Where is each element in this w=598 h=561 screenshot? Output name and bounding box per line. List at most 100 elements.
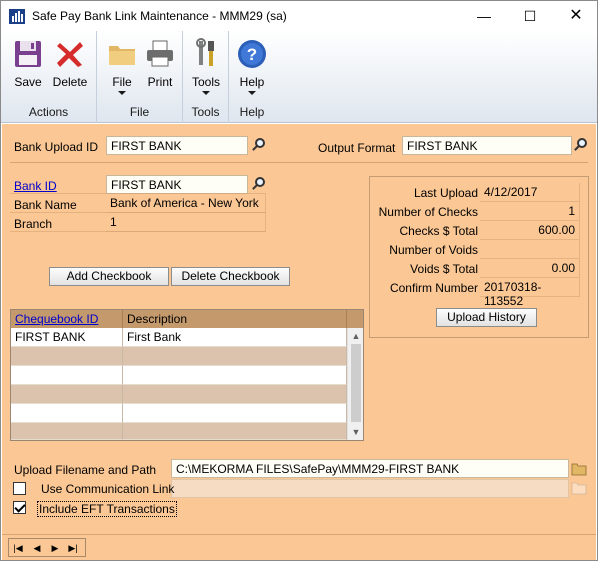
lookup-icon[interactable] [250, 136, 268, 155]
output-format-input[interactable]: FIRST BANK [402, 136, 572, 155]
cell-chequebook-id[interactable]: FIRST BANK [11, 328, 123, 347]
bank-id-input[interactable]: FIRST BANK [106, 175, 248, 194]
save-button[interactable]: Save [7, 35, 49, 97]
cell-chequebook-id[interactable] [11, 366, 123, 385]
close-button[interactable]: ✕ [553, 1, 598, 31]
delete-button[interactable]: Delete [49, 35, 91, 97]
ribbon-group-label: Tools [191, 105, 220, 119]
add-checkbook-button[interactable]: Add Checkbook [49, 267, 169, 286]
cell-description[interactable] [123, 423, 347, 440]
record-navigation: |◀ ◀ ▶ ▶| [8, 538, 86, 557]
divider [10, 212, 266, 213]
grid-header: Chequebook ID Description [11, 310, 363, 328]
chequebook-grid: Chequebook ID Description FIRST BANK Fir… [10, 309, 364, 441]
tools-label: Tools [191, 75, 220, 89]
delete-x-icon [57, 42, 83, 67]
next-record-icon[interactable]: ▶ [49, 542, 61, 554]
grid-vertical-scrollbar[interactable]: ▲ ▼ [347, 328, 363, 440]
stat-value: 4/12/2017 [480, 183, 580, 202]
cell-description[interactable] [123, 385, 347, 404]
first-record-icon[interactable]: |◀ [12, 542, 24, 554]
stat-row: Number of Voids [370, 240, 588, 259]
cell-description[interactable] [123, 366, 347, 385]
save-label: Save [14, 75, 42, 89]
stat-row: Checks $ Total 600.00 [370, 221, 588, 240]
stat-value: 20170318-113552 [480, 278, 580, 308]
minimize-button[interactable]: — [461, 1, 507, 31]
table-row[interactable] [11, 423, 347, 440]
scroll-down-icon[interactable]: ▼ [348, 424, 364, 440]
include-eft-label: Include EFT Transactions [37, 501, 177, 517]
last-record-icon[interactable]: ▶| [67, 542, 79, 554]
printer-icon [147, 40, 173, 67]
status-bar: |◀ ◀ ▶ ▶| [2, 534, 596, 560]
chevron-down-icon [202, 91, 210, 95]
cell-chequebook-id[interactable] [11, 423, 123, 440]
bank-id-link[interactable]: Bank ID [14, 179, 57, 193]
window: Safe Pay Bank Link Maintenance - MMM29 (… [0, 0, 598, 561]
table-row[interactable] [11, 385, 347, 404]
file-label: File [112, 75, 132, 89]
ribbon-group-actions: Save Delete Actions [1, 31, 97, 123]
app-logo-icon [9, 9, 25, 24]
folder-icon [109, 46, 135, 65]
upload-stats-panel: Last Upload 4/12/2017 Number of Checks 1… [369, 176, 589, 338]
cell-description[interactable]: First Bank [123, 328, 347, 347]
cell-chequebook-id[interactable] [11, 347, 123, 366]
table-row[interactable] [11, 366, 347, 385]
ribbon-group-file: File Print File [97, 31, 183, 123]
table-row[interactable] [11, 404, 347, 423]
help-question-icon: ? [238, 40, 266, 68]
column-header-chequebook-id[interactable]: Chequebook ID [11, 310, 123, 328]
divider [10, 162, 588, 163]
cell-description[interactable] [123, 347, 347, 366]
scroll-thumb[interactable] [351, 344, 361, 422]
lookup-icon[interactable] [250, 175, 268, 194]
folder-browse-icon[interactable] [571, 462, 587, 476]
bank-upload-id-input[interactable]: FIRST BANK [106, 136, 248, 155]
stat-label: Last Upload [413, 186, 478, 200]
help-menu-button[interactable]: ? Help [231, 35, 273, 97]
table-row[interactable]: FIRST BANK First Bank [11, 328, 347, 347]
form-body: Bank Upload ID FIRST BANK Output Format … [2, 124, 596, 534]
output-format-label: Output Format [318, 141, 396, 155]
scroll-up-icon[interactable]: ▲ [348, 328, 364, 344]
stat-row: Confirm Number 20170318-113552 [370, 278, 588, 308]
stat-row: Last Upload 4/12/2017 [370, 183, 588, 202]
delete-checkbook-button[interactable]: Delete Checkbook [171, 267, 290, 286]
ribbon-group-tools: Tools Tools [183, 31, 229, 123]
help-label: Help [239, 75, 265, 89]
bank-name-label: Bank Name [14, 198, 77, 212]
svg-text:?: ? [247, 45, 257, 64]
cell-chequebook-id[interactable] [11, 404, 123, 423]
title-bar: Safe Pay Bank Link Maintenance - MMM29 (… [1, 1, 597, 31]
include-eft-checkbox[interactable] [13, 501, 26, 514]
upload-filename-input[interactable]: C:\MEKORMA FILES\SafePay\MMM29-FIRST BAN… [171, 459, 569, 478]
lookup-icon[interactable] [572, 136, 590, 155]
cell-description[interactable] [123, 404, 347, 423]
stat-label: Number of Voids [389, 243, 478, 257]
ribbon: Save Delete Actions File Print File Tool… [1, 31, 597, 123]
stat-value: 600.00 [480, 221, 580, 240]
bank-name-value: Bank of America - New York [106, 194, 266, 213]
maximize-button[interactable]: ☐ [507, 1, 553, 31]
tools-menu-button[interactable]: Tools [185, 35, 227, 97]
ribbon-group-label: File [129, 105, 150, 119]
divider [10, 193, 266, 194]
cell-chequebook-id[interactable] [11, 385, 123, 404]
use-communication-link-label: Use Communication Link [41, 482, 175, 496]
use-communication-link-checkbox[interactable] [13, 482, 26, 495]
print-button[interactable]: Print [139, 35, 181, 97]
ribbon-group-label: Help [239, 105, 265, 119]
stat-row: Voids $ Total 0.00 [370, 259, 588, 278]
file-menu-button[interactable]: File [101, 35, 143, 97]
chevron-down-icon [118, 91, 126, 95]
previous-record-icon[interactable]: ◀ [31, 542, 43, 554]
stat-label: Confirm Number [389, 281, 478, 295]
save-disk-icon [15, 41, 41, 67]
stat-label: Voids $ Total [410, 262, 478, 276]
upload-history-button[interactable]: Upload History [436, 308, 537, 327]
table-row[interactable] [11, 347, 347, 366]
print-label: Print [147, 75, 173, 89]
folder-browse-disabled-icon [571, 482, 587, 495]
